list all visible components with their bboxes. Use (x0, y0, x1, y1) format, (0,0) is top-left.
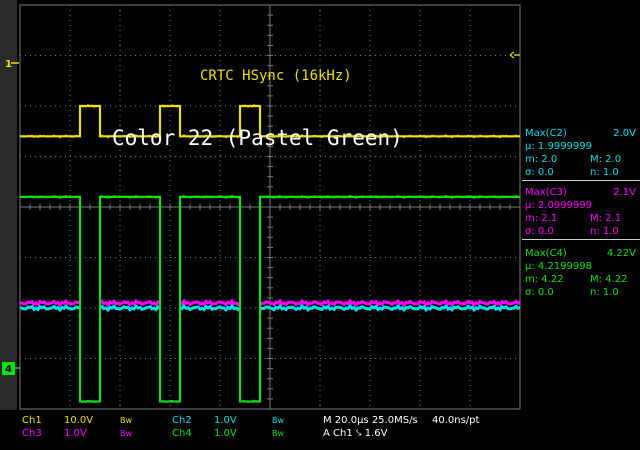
measurement-max-c2[interactable]: Max(C2) 2.0V μ: 1.9999999 m: 2.0 M: 2.0 σ:… (522, 127, 640, 183)
resolution-readout: 40.0ns/pt (432, 415, 480, 426)
ch1-bw-limit-icon: Bw (120, 416, 133, 425)
meas-sigma: σ: 0.0 (525, 287, 554, 298)
meas-max: M: 4.22 (590, 274, 628, 285)
meas-max: M: 2.1 (590, 213, 622, 224)
ch3-bw-limit-icon: Bw (120, 429, 133, 438)
ch2-label[interactable]: Ch2 (172, 415, 192, 426)
meas-value: 4.22V (606, 248, 636, 259)
meas-mean: 2.0999999 (537, 200, 592, 211)
meas-min: m: 4.22 (525, 274, 564, 285)
ch3-scale[interactable]: 1.0V (64, 428, 87, 439)
meas-value: 2.0V (613, 128, 636, 139)
meas-max: M: 2.0 (590, 154, 622, 165)
ch4-scale[interactable]: 1.0V (214, 428, 237, 439)
status-bar: Ch1 10.0V Bw Ch2 1.0V Bw M 20.0μs 25.0MS… (0, 413, 640, 450)
measurement-separator (522, 180, 640, 181)
meas-sigma: σ: 0.0 (525, 167, 554, 178)
meas-mean-label: μ: (525, 261, 535, 272)
timebase-readout[interactable]: M 20.0μs 25.0MS/s (323, 415, 418, 426)
meas-count: n: 1.0 (590, 167, 619, 178)
meas-count: n: 1.0 (590, 287, 619, 298)
meas-count: n: 1.0 (590, 226, 619, 237)
measurement-max-c3[interactable]: Max(C3) 2.1V μ: 2.0999999 m: 2.1 M: 2.1 σ:… (522, 186, 640, 242)
ch1-scale[interactable]: 10.0V (64, 415, 93, 426)
meas-title: Max(C2) (525, 128, 567, 139)
ch4-label[interactable]: Ch4 (172, 428, 192, 439)
ch4-level-marker[interactable]: 4 (5, 364, 12, 375)
hsync-annotation: CRTC HSync (16kHz) (200, 68, 352, 84)
ch1-level-marker[interactable]: 1 (5, 59, 12, 70)
ch1-label[interactable]: Ch1 (22, 415, 42, 426)
meas-title: Max(C4) (525, 248, 567, 259)
meas-mean-label: μ: (525, 141, 535, 152)
ch4-bw-limit-icon: Bw (272, 429, 285, 438)
meas-min: m: 2.1 (525, 213, 558, 224)
ch3-label[interactable]: Ch3 (22, 428, 42, 439)
meas-mean-label: μ: (525, 200, 535, 211)
meas-min: m: 2.0 (525, 154, 558, 165)
color-annotation: Color 22 (Pastel Green) (112, 126, 403, 150)
trigger-readout[interactable]: A Ch1 ⤥ 1.6V (323, 428, 387, 439)
meas-mean: 4.2199998 (537, 261, 592, 272)
meas-value: 2.1V (613, 187, 636, 198)
ch2-bw-limit-icon: Bw (272, 416, 285, 425)
measurement-max-c4[interactable]: Max(C4) 4.22V μ: 4.2199998 m: 4.22 M: 4.22… (522, 247, 640, 299)
ch2-scale[interactable]: 1.0V (214, 415, 237, 426)
meas-sigma: σ: 0.0 (525, 226, 554, 237)
measurement-separator (522, 239, 640, 240)
meas-title: Max(C3) (525, 187, 567, 198)
meas-mean: 1.9999999 (537, 141, 592, 152)
